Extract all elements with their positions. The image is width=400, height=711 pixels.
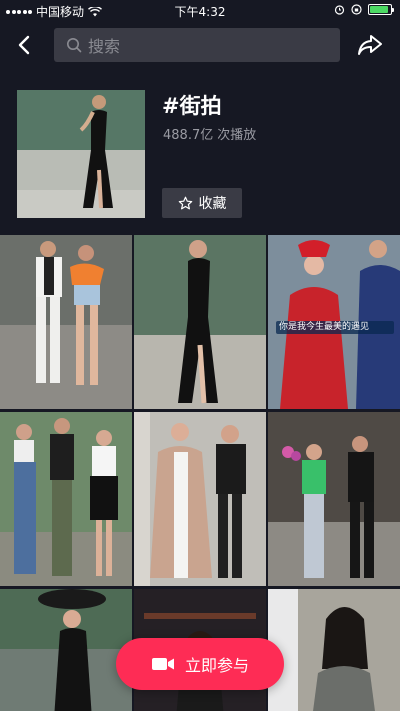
video-thumbnail-image	[134, 412, 266, 586]
hashtag-cover-image	[17, 90, 145, 218]
video-thumbnail[interactable]	[268, 412, 400, 586]
video-thumbnail[interactable]	[0, 589, 132, 711]
star-icon	[178, 196, 192, 209]
status-right	[334, 4, 394, 15]
alarm-icon	[334, 5, 345, 15]
video-thumbnail-image	[0, 235, 132, 409]
video-thumbnail-image	[268, 412, 400, 586]
favorite-label: 收藏	[198, 196, 227, 212]
cover-photo	[17, 90, 145, 218]
play-count-value: 488.7亿	[163, 128, 214, 143]
video-thumbnail-image	[0, 412, 132, 586]
share-arrow-icon	[358, 35, 382, 55]
join-button[interactable]: 立即参与	[116, 638, 284, 690]
share-button[interactable]	[356, 32, 384, 58]
back-button[interactable]	[12, 32, 38, 58]
chevron-left-icon	[18, 35, 30, 55]
search-icon	[67, 38, 82, 53]
video-thumbnail[interactable]	[0, 412, 132, 586]
video-thumbnail-image	[268, 589, 400, 711]
favorite-button[interactable]: 收藏	[162, 188, 242, 218]
play-count-label: 次播放	[217, 128, 257, 143]
video-thumbnail[interactable]: 你是我今生最美的遇见	[268, 235, 400, 409]
video-caption: 你是我今生最美的遇见	[276, 321, 394, 334]
rotation-lock-icon	[351, 4, 362, 15]
video-thumbnail-image	[0, 589, 132, 711]
video-camera-icon	[151, 658, 174, 670]
video-thumbnail-image	[134, 235, 266, 409]
video-thumbnail[interactable]	[134, 235, 266, 409]
status-bar: 中国移动 下午4:32	[0, 0, 400, 22]
play-count: 488.7亿 次播放	[163, 124, 256, 143]
video-thumbnail[interactable]	[0, 235, 132, 409]
battery-icon	[368, 4, 394, 15]
video-thumbnail[interactable]	[268, 589, 400, 711]
hashtag-title: #街拍	[162, 94, 222, 118]
video-thumbnail[interactable]	[134, 412, 266, 586]
battery-fill	[370, 6, 388, 13]
search-placeholder: 搜索	[88, 37, 121, 56]
search-input[interactable]: 搜索	[54, 28, 340, 62]
join-label: 立即参与	[184, 656, 249, 675]
